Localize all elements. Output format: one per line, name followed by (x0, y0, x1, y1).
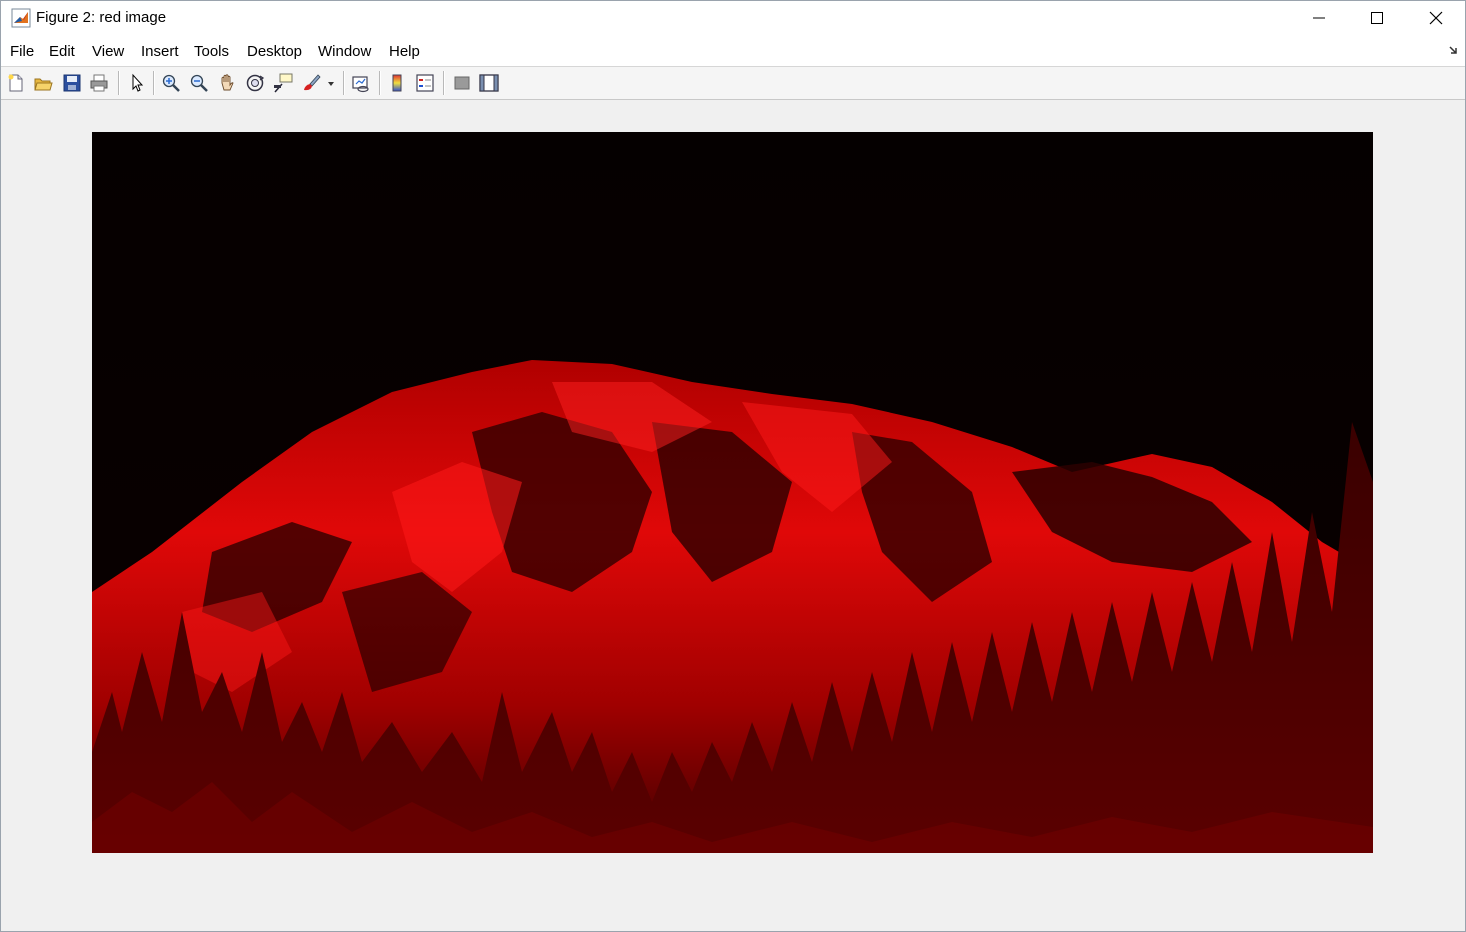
toolbar-separator (153, 71, 155, 95)
image-axes[interactable] (92, 132, 1373, 853)
maximize-button[interactable] (1348, 1, 1406, 34)
open-file-icon[interactable] (33, 73, 53, 93)
brush-icon[interactable] (301, 73, 321, 93)
close-button[interactable] (1407, 1, 1465, 34)
save-icon[interactable] (62, 73, 82, 93)
minimize-button[interactable] (1290, 1, 1348, 34)
zoom-in-icon[interactable] (161, 73, 181, 93)
zoom-out-icon[interactable] (189, 73, 209, 93)
figure-toolbar (1, 66, 1465, 100)
insert-colorbar-icon[interactable] (387, 73, 407, 93)
figure-window: Figure 2: red image File Edit View Inser… (0, 0, 1466, 932)
matlab-logo-icon (11, 8, 31, 28)
data-cursor-icon[interactable] (273, 73, 293, 93)
menu-tools[interactable]: Tools (194, 43, 229, 60)
menu-help[interactable]: Help (389, 43, 420, 60)
toolbar-separator (379, 71, 381, 95)
show-plot-tools-icon[interactable] (479, 73, 499, 93)
brush-dropdown-icon[interactable] (326, 73, 336, 93)
window-title: Figure 2: red image (36, 9, 167, 26)
link-plot-icon[interactable] (351, 73, 371, 93)
print-icon[interactable] (89, 73, 109, 93)
insert-legend-icon[interactable] (415, 73, 435, 93)
close-icon (1429, 11, 1443, 24)
menu-file[interactable]: File (10, 43, 34, 60)
hide-plot-tools-icon[interactable] (452, 73, 472, 93)
menu-bar: File Edit View Insert Tools Desktop Wind… (1, 34, 1465, 66)
new-figure-icon[interactable] (6, 73, 26, 93)
menu-view[interactable]: View (92, 43, 124, 60)
maximize-icon (1371, 11, 1383, 24)
red-channel-mountain-image (92, 132, 1373, 853)
menu-edit[interactable]: Edit (49, 43, 75, 60)
minimize-icon (1313, 17, 1325, 18)
menu-desktop[interactable]: Desktop (247, 43, 302, 60)
toolbar-separator (343, 71, 345, 95)
dock-figure-icon[interactable] (1449, 45, 1459, 55)
title-bar[interactable]: Figure 2: red image (1, 1, 1465, 34)
menu-window[interactable]: Window (318, 43, 371, 60)
rotate-3d-icon[interactable] (245, 73, 265, 93)
pan-hand-icon[interactable] (217, 73, 237, 93)
toolbar-separator (118, 71, 120, 95)
toolbar-separator (443, 71, 445, 95)
menu-insert[interactable]: Insert (141, 43, 179, 60)
select-arrow-icon[interactable] (127, 73, 147, 93)
